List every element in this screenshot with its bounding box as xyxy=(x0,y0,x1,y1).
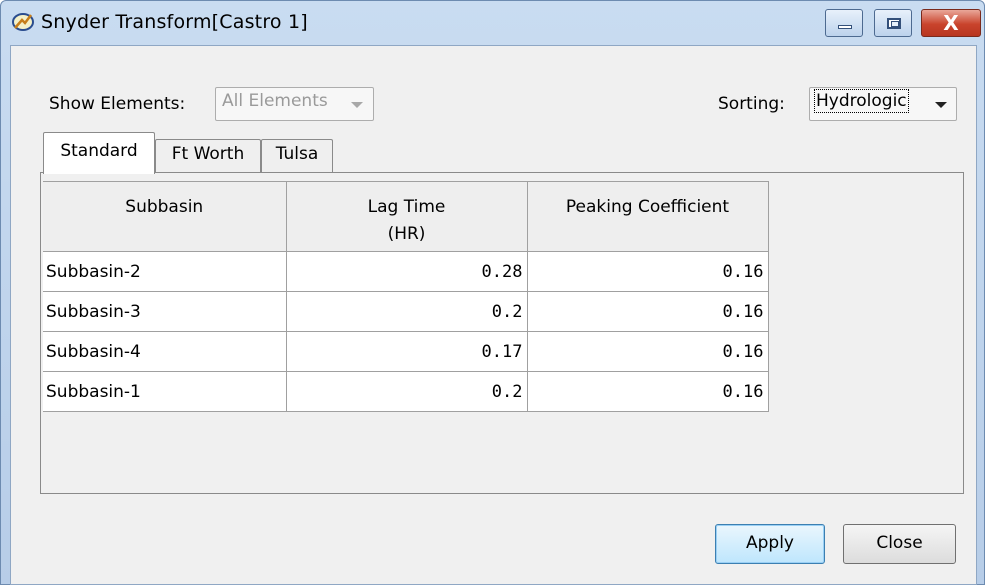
subbasin-name-cell: Subbasin-4 xyxy=(43,331,287,372)
column-header-lag-time[interactable]: Lag Time (HR) xyxy=(285,181,528,252)
close-icon: X xyxy=(943,11,959,35)
lag-time-cell[interactable]: 0.17 xyxy=(285,331,528,372)
tab-ft-worth[interactable]: Ft Worth xyxy=(155,139,261,172)
close-window-button[interactable]: X xyxy=(921,9,981,37)
subbasin-name-cell: Subbasin-3 xyxy=(43,291,287,332)
peaking-coefficient-cell[interactable]: 0.16 xyxy=(526,371,769,412)
title-bar[interactable]: Snyder Transform[Castro 1] X xyxy=(1,1,984,45)
table-row: Subbasin-4 0.17 0.16 xyxy=(43,331,769,372)
sorting-label: Sorting: xyxy=(718,94,785,114)
maximize-icon xyxy=(887,18,901,29)
table-row: Subbasin-2 0.28 0.16 xyxy=(43,251,769,292)
apply-button[interactable]: Apply xyxy=(715,524,825,564)
subbasin-table: Subbasin Lag Time (HR) Peaking Coefficie… xyxy=(43,181,769,412)
show-elements-label: Show Elements: xyxy=(49,94,186,114)
show-elements-select[interactable]: All Elements xyxy=(215,87,374,121)
show-elements-value: All Elements xyxy=(222,91,328,111)
minimize-icon xyxy=(838,25,852,29)
lag-time-cell[interactable]: 0.2 xyxy=(285,291,528,332)
standard-tab-panel: Subbasin Lag Time (HR) Peaking Coefficie… xyxy=(40,172,964,494)
subbasin-name-cell: Subbasin-2 xyxy=(43,251,287,292)
maximize-button[interactable] xyxy=(874,9,912,37)
column-header-line: Peaking Coefficient xyxy=(565,197,730,217)
snyder-transform-window: Snyder Transform[Castro 1] X Show Elemen… xyxy=(0,0,985,585)
table-row: Subbasin-1 0.2 0.16 xyxy=(43,371,769,412)
peaking-coefficient-cell[interactable]: 0.16 xyxy=(526,331,769,372)
snyder-transform-icon xyxy=(12,13,34,31)
peaking-coefficient-cell[interactable]: 0.16 xyxy=(526,251,769,292)
lag-time-cell[interactable]: 0.28 xyxy=(285,251,528,292)
sorting-value: Hydrologic xyxy=(814,89,909,113)
close-button[interactable]: Close xyxy=(843,524,956,564)
column-header-line: Lag Time xyxy=(367,197,446,217)
column-header-line: Subbasin xyxy=(125,197,204,217)
tab-standard[interactable]: Standard xyxy=(43,132,155,174)
column-header-peaking-coefficient[interactable]: Peaking Coefficient xyxy=(526,181,769,252)
column-header-subbasin[interactable]: Subbasin xyxy=(43,181,287,252)
table-header-row: Subbasin Lag Time (HR) Peaking Coefficie… xyxy=(43,181,769,252)
sorting-select[interactable]: Hydrologic xyxy=(809,87,957,121)
chevron-down-icon xyxy=(351,102,363,108)
chevron-down-icon xyxy=(935,102,947,108)
window-title: Snyder Transform[Castro 1] xyxy=(41,11,308,33)
lag-time-cell[interactable]: 0.2 xyxy=(285,371,528,412)
peaking-coefficient-cell[interactable]: 0.16 xyxy=(526,291,769,332)
table-row: Subbasin-3 0.2 0.16 xyxy=(43,291,769,332)
tab-tulsa[interactable]: Tulsa xyxy=(261,139,333,172)
subbasin-name-cell: Subbasin-1 xyxy=(43,371,287,412)
column-header-unit: (HR) xyxy=(387,224,426,244)
minimize-button[interactable] xyxy=(825,9,863,37)
